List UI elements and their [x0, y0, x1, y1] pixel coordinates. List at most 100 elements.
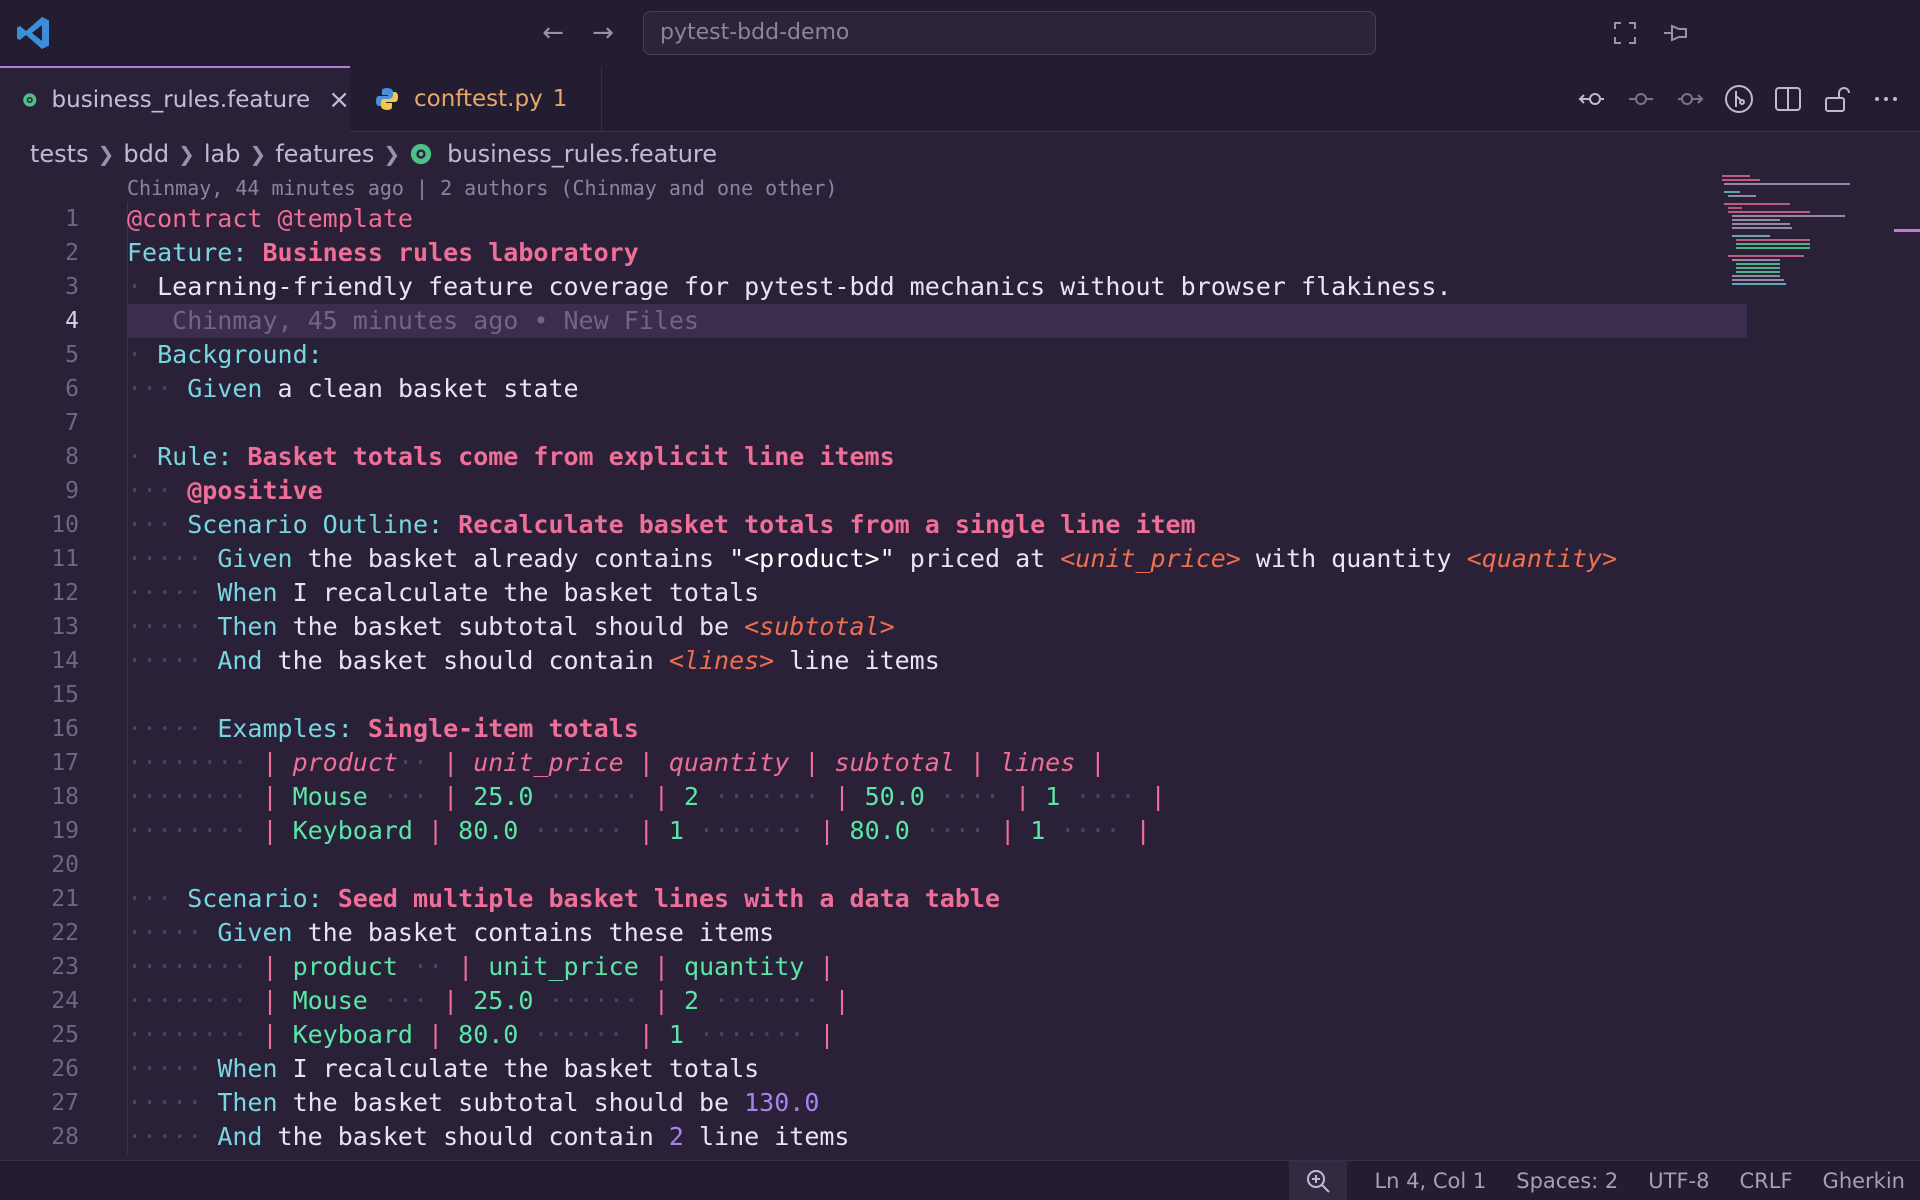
cursor-position[interactable]: Ln 4, Col 1: [1374, 1169, 1486, 1193]
code-line: ··· Scenario: Seed multiple basket lines…: [127, 884, 1000, 913]
language-mode[interactable]: Gherkin: [1823, 1169, 1905, 1193]
step-text: a clean basket state: [262, 374, 579, 403]
step-text: I recalculate the basket totals: [277, 578, 760, 607]
table-cell: 80.0: [458, 816, 519, 845]
step-text: I recalculate the basket totals: [277, 1054, 760, 1083]
line-number-gutter[interactable]: 1 2 3 4 5 6 7 8 9 10 11 12 13 14 15 16 1…: [0, 202, 90, 1154]
line-number: 21: [51, 886, 79, 912]
line-ending-setting[interactable]: CRLF: [1740, 1169, 1793, 1193]
problem-count-badge: 1: [552, 86, 568, 112]
split-editor-icon[interactable]: [1773, 84, 1803, 114]
table-cell: 2: [683, 986, 700, 1015]
open-changes-next-icon[interactable]: [1675, 84, 1705, 114]
step-text: with quantity: [1240, 544, 1467, 573]
line-number: 12: [51, 580, 79, 606]
git-graph-icon[interactable]: [1724, 84, 1754, 114]
line-number: 23: [51, 954, 79, 980]
table-cell: Mouse: [292, 782, 368, 811]
forward-arrow-icon[interactable]: →: [588, 18, 618, 48]
git-blame-header[interactable]: Chinmay, 44 minutes ago | 2 authors (Chi…: [127, 174, 837, 202]
pin-icon[interactable]: [1660, 18, 1690, 48]
status-bar: Ln 4, Col 1 Spaces: 2 UTF-8 CRLF Gherkin: [0, 1160, 1920, 1200]
chevron-right-icon: ❯: [383, 142, 401, 166]
editor-actions: [1577, 66, 1920, 132]
line-number: 2: [65, 240, 79, 266]
code-lines[interactable]: @contract @template Feature: Business ru…: [127, 202, 1747, 1154]
keyword-token: Then: [217, 612, 278, 641]
line-number: 24: [51, 988, 79, 1014]
code-line: ····· When I recalculate the basket tota…: [127, 578, 760, 607]
examples-row: ········ | Keyboard | 80.0 ······ | 1 ··…: [127, 816, 1151, 845]
breadcrumb-file[interactable]: business_rules.feature: [447, 140, 717, 168]
breadcrumb-tests[interactable]: tests: [30, 140, 89, 168]
code-line: ····· Examples: Single-item totals: [127, 714, 639, 743]
fullscreen-icon[interactable]: [1610, 18, 1640, 48]
tab-label: business_rules.feature: [51, 87, 311, 113]
step-text: the basket already contains: [292, 544, 730, 573]
table-cell: 1: [668, 816, 684, 845]
breadcrumb-features[interactable]: features: [275, 140, 374, 168]
table-header-cell: quantity: [683, 952, 805, 981]
tag-token: @positive: [187, 476, 323, 505]
description-token: Learning-friendly feature coverage for p…: [157, 272, 1452, 301]
tab-label: conftest.py: [414, 86, 543, 112]
keyword-token: Background:: [157, 340, 323, 369]
chevron-right-icon: ❯: [178, 142, 195, 166]
table-cell: Mouse: [292, 986, 368, 1015]
placeholder-token: <unit_price>: [1060, 544, 1241, 573]
chevron-right-icon: ❯: [97, 142, 115, 166]
breadcrumb-lab[interactable]: lab: [204, 140, 241, 168]
close-icon[interactable]: ×: [328, 85, 350, 115]
keyword-token: Scenario Outline:: [187, 510, 444, 539]
tab-business-rules-feature[interactable]: business_rules.feature ×: [0, 66, 350, 132]
keyword-token: Feature:: [127, 238, 248, 267]
keyword-token: Then: [217, 1088, 278, 1117]
more-actions-icon[interactable]: [1871, 84, 1901, 114]
lock-icon[interactable]: [1822, 84, 1852, 114]
datatable-header-row: ········ | product ·· | unit_price | qua…: [127, 952, 835, 981]
table-cell: 50.0: [864, 782, 925, 811]
line-number: 25: [51, 1022, 79, 1048]
encoding-setting[interactable]: UTF-8: [1648, 1169, 1709, 1193]
line-number: 17: [51, 750, 79, 776]
code-line: ····· Then the basket subtotal should be…: [127, 612, 895, 641]
code-line: ··· Given a clean basket state: [127, 374, 579, 403]
step-text: priced at: [894, 544, 1061, 573]
keyword-token: Examples:: [217, 714, 353, 743]
code-editor[interactable]: Chinmay, 44 minutes ago | 2 authors (Chi…: [0, 174, 1920, 1160]
code-line: @contract @template: [127, 202, 1727, 236]
keyword-token: Given: [217, 918, 293, 947]
minimap[interactable]: [1720, 172, 1860, 292]
table-header-cell: product: [292, 748, 398, 777]
number-token: 130.0: [744, 1088, 820, 1117]
placeholder-token: <subtotal>: [744, 612, 895, 641]
table-header-cell: subtotal: [834, 748, 955, 777]
inline-blame-annotation[interactable]: Chinmay, 45 minutes ago • New Files: [172, 306, 699, 335]
tab-conftest-py[interactable]: conftest.py 1: [352, 66, 602, 132]
code-line: ····· When I recalculate the basket tota…: [127, 1054, 760, 1083]
line-number: 10: [51, 512, 79, 538]
placeholder-token: <quantity>: [1466, 544, 1618, 573]
indentation-setting[interactable]: Spaces: 2: [1516, 1169, 1618, 1193]
vscode-logo-icon[interactable]: [14, 14, 52, 52]
command-center-search[interactable]: pytest-bdd-demo: [643, 11, 1376, 55]
code-line: ····· Given the basket contains these it…: [127, 918, 775, 947]
zoom-icon[interactable]: [1289, 1160, 1348, 1200]
line-number: 27: [51, 1090, 79, 1116]
line-number: 22: [51, 920, 79, 946]
step-text: the basket subtotal should be: [277, 1088, 745, 1117]
line-number: 18: [51, 784, 79, 810]
tab-bar: business_rules.feature × conftest.py 1: [0, 66, 1920, 132]
open-changes-previous-icon[interactable]: [1577, 84, 1607, 114]
keyword-token: And: [217, 1122, 263, 1151]
title-token: Recalculate basket totals from a single …: [443, 510, 1196, 539]
step-text: the basket should contain: [262, 646, 669, 675]
line-number: 1: [65, 206, 79, 232]
breadcrumb-bdd[interactable]: bdd: [123, 140, 169, 168]
git-commit-icon[interactable]: [1626, 84, 1656, 114]
back-arrow-icon[interactable]: ←: [538, 18, 568, 48]
title-bar: ← → pytest-bdd-demo: [0, 0, 1920, 66]
table-header-cell: unit_price: [488, 952, 639, 981]
table-cell: 80.0: [458, 1020, 519, 1049]
line-number: 8: [65, 444, 79, 470]
